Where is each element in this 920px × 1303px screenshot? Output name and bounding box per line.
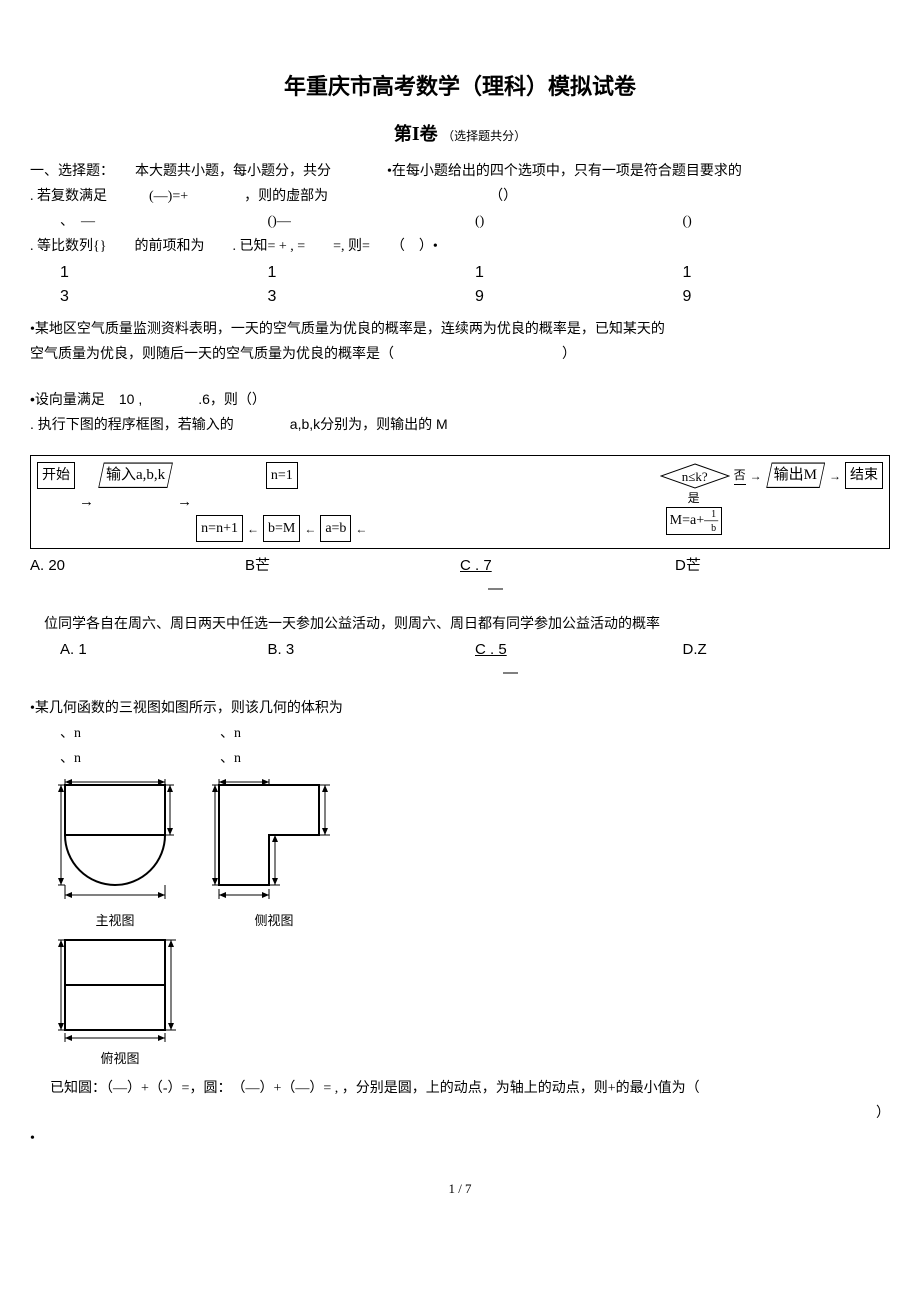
opt-b: 1 — [268, 261, 476, 285]
opt-c-top: C . 7 — [460, 557, 492, 574]
arrow-icon: → — [177, 491, 192, 514]
flow-end: 结束 — [845, 462, 883, 489]
opt-c: C . 5 — — [475, 639, 683, 684]
q7: •某几何函数的三视图如图所示，则该几何的体积为 — [30, 698, 890, 719]
flow-bm: b=M — [263, 515, 300, 542]
q3-line2: 空气质量为优良，则随后一天的空气质量为优良的概率是（ ） — [30, 344, 890, 365]
flow-cond: n≤k? — [660, 463, 730, 489]
three-views-row1: 主视图 侧视图 — [50, 777, 890, 931]
opt-c: () — [475, 211, 683, 232]
opt-d: () — [683, 211, 891, 232]
opt-d: D芒 — [675, 555, 890, 600]
q7-row1: 、n 、n — [60, 723, 890, 744]
opt-c-bot: — — [503, 664, 518, 681]
opt-d: D.Z — [683, 639, 891, 684]
q7-row2: 、n 、n — [60, 748, 890, 769]
opt-b2: 3 — [268, 285, 476, 309]
flow-ma: 1 M=a+— b — [666, 507, 722, 535]
flow-output-text: 输出M — [774, 467, 817, 483]
q8: 已知圆：（—）+（-）=，圆： （—）+（—）= , ，分别是圆，上的动点，为轴… — [50, 1078, 890, 1099]
side-view: 侧视图 — [204, 777, 344, 931]
page-title: 年重庆市高考数学（理科）模拟试卷 — [30, 70, 890, 103]
flow-start: 开始 — [37, 462, 75, 489]
top-label: 俯视图 — [50, 1049, 190, 1069]
arrow-icon: ← — [247, 520, 259, 538]
section-suffix: 卷 — [420, 124, 438, 144]
opt-b: 、n — [220, 748, 340, 769]
opt-d2: 9 — [683, 285, 891, 309]
page-number: 1 / 7 — [30, 1179, 890, 1199]
top-view: 俯视图 — [50, 935, 190, 1069]
arrow-icon: ← — [355, 520, 367, 538]
arrow-icon: → — [79, 491, 94, 514]
q1: . 若复数满足 (—)=+ ，则的虚部为 （） — [30, 186, 890, 207]
section-note: （选择题共分） — [442, 129, 526, 143]
dot: • — [30, 1128, 890, 1149]
opt-c2: 9 — [475, 285, 683, 309]
arrow-icon: → — [829, 467, 841, 485]
opt-a2: 3 — [60, 285, 268, 309]
opt-c: C . 7 — — [460, 555, 675, 600]
opt-c-top: C . 5 — [475, 641, 507, 658]
section-index: I — [412, 123, 420, 145]
opt-b: B芒 — [245, 555, 460, 600]
flow-ab: a=b — [320, 515, 351, 542]
opt-a: A. 20 — [30, 555, 245, 600]
arrow-icon: → — [750, 467, 762, 485]
opt-c-bot: — — [488, 580, 503, 597]
flow-input: 输入a,b,k — [98, 462, 173, 489]
opt-a: 、n — [60, 723, 180, 744]
opt-a: A. 1 — [60, 639, 268, 684]
q5-options: A. 20 B芒 C . 7 — D芒 — [30, 555, 890, 600]
opt-d: 1 — [683, 261, 891, 285]
q1-options: 、 — ()— () () — [60, 211, 890, 232]
q4: •设向量满足 10 , .6，则（） — [30, 389, 890, 410]
front-view: 主视图 — [50, 777, 180, 931]
q5: . 执行下图的程序框图，若输入的 a,b,k分别为，则输出的 M — [30, 414, 890, 435]
flowchart: 开始 → 输入a,b,k → n=1 n=n+1 ← b=M ← a=b ← n… — [30, 455, 890, 549]
q3-line1: •某地区空气质量监测资料表明，一天的空气质量为优良的概率是，连续两为优良的概率是… — [30, 319, 890, 340]
q6: 位同学各自在周六、周日两天中任选一天参加公益活动，则周六、周日都有同学参加公益活… — [30, 614, 890, 635]
q2: . 等比数列{} 的前项和为 . 已知= + , = =, 则= （ ）• — [30, 236, 890, 257]
flow-yes: 是 — [688, 489, 700, 507]
opt-b: ()— — [268, 211, 476, 232]
opt-b: 、n — [220, 723, 340, 744]
opt-a: 1 — [60, 261, 268, 285]
arrow-icon: ← — [304, 520, 316, 538]
three-views-row2: 俯视图 — [50, 935, 890, 1069]
section-prefix: 第 — [394, 124, 412, 144]
flow-output: 输出M — [766, 462, 825, 489]
flow-n1: n=1 — [266, 462, 298, 489]
q2-options-row2: 3 3 9 9 — [60, 285, 890, 309]
q8-close: ） — [30, 1103, 890, 1124]
opt-b: B. 3 — [268, 639, 476, 684]
side-label: 侧视图 — [204, 911, 344, 931]
flow-nn: n=n+1 — [196, 515, 243, 542]
flow-cond-text: n≤k? — [660, 467, 730, 487]
q2-options-row1: 1 1 1 1 — [60, 261, 890, 285]
flow-no: 否 — [734, 466, 746, 485]
section-header: 第I卷 （选择题共分） — [30, 119, 890, 149]
opt-a: 、 — — [60, 211, 268, 232]
instructions: 一、选择题： 本大题共小题，每小题分，共分 •在每小题给出的四个选项中，只有一项… — [30, 161, 890, 182]
q6-options: A. 1 B. 3 C . 5 — D.Z — [60, 639, 890, 684]
opt-a: 、n — [60, 748, 180, 769]
front-label: 主视图 — [50, 911, 180, 931]
opt-c: 1 — [475, 261, 683, 285]
flow-input-text: 输入a,b,k — [106, 467, 165, 483]
